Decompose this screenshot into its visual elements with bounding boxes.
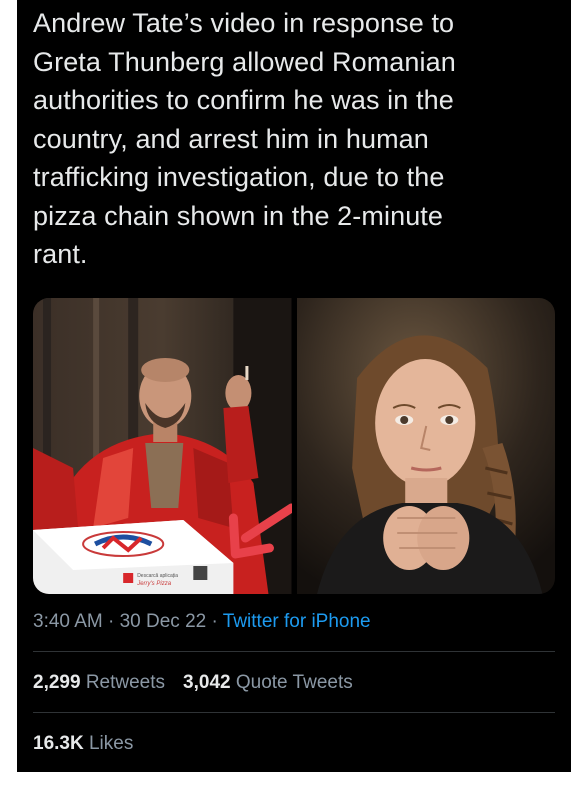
media-photo-right[interactable] bbox=[296, 298, 555, 594]
retweets-label: Retweets bbox=[85, 672, 166, 693]
tweet-text: Andrew Tate’s video in response to Greta… bbox=[33, 8, 456, 269]
divider bbox=[33, 651, 555, 652]
pizza-box-line1: Descarcă aplicația bbox=[137, 573, 178, 579]
tweet-source-link[interactable]: Twitter for iPhone bbox=[223, 611, 371, 632]
meta-separator: · bbox=[211, 611, 218, 632]
tweet-time[interactable]: 3:40 AM bbox=[33, 611, 103, 632]
quotes-count: 3,042 bbox=[183, 672, 231, 693]
likes-count: 16.3K bbox=[33, 733, 84, 754]
likes-stats-row: 16.3K Likes bbox=[33, 730, 151, 758]
tweet-card: Andrew Tate’s video in response to Greta… bbox=[17, 0, 571, 772]
retweets-stat[interactable]: 2,299 Retweets bbox=[33, 672, 165, 693]
photo-man-with-pizza: Descarcă aplicația Jerry's Pizza bbox=[33, 298, 292, 594]
retweets-count: 2,299 bbox=[33, 672, 81, 693]
photo-portrait-girl bbox=[296, 298, 555, 594]
screenshot-page: Andrew Tate’s video in response to Greta… bbox=[0, 0, 588, 800]
likes-stat[interactable]: 16.3K Likes bbox=[33, 733, 133, 754]
tweet-timestamp-row: 3:40 AM · 30 Dec 22 · Twitter for iPhone bbox=[33, 608, 371, 636]
quotes-label: Quote Tweets bbox=[235, 672, 353, 693]
divider bbox=[33, 712, 555, 713]
engagement-stats-row: 2,299 Retweets 3,042 Quote Tweets bbox=[33, 669, 371, 697]
likes-label: Likes bbox=[88, 733, 134, 754]
pizza-box-line2: Jerry's Pizza bbox=[136, 581, 172, 587]
tweet-media-grid[interactable]: Descarcă aplicația Jerry's Pizza bbox=[33, 298, 555, 594]
meta-separator: · bbox=[108, 611, 115, 632]
media-photo-left[interactable]: Descarcă aplicația Jerry's Pizza bbox=[33, 298, 292, 594]
quote-tweets-stat[interactable]: 3,042 Quote Tweets bbox=[183, 672, 353, 693]
tweet-date[interactable]: 30 Dec 22 bbox=[120, 611, 207, 632]
